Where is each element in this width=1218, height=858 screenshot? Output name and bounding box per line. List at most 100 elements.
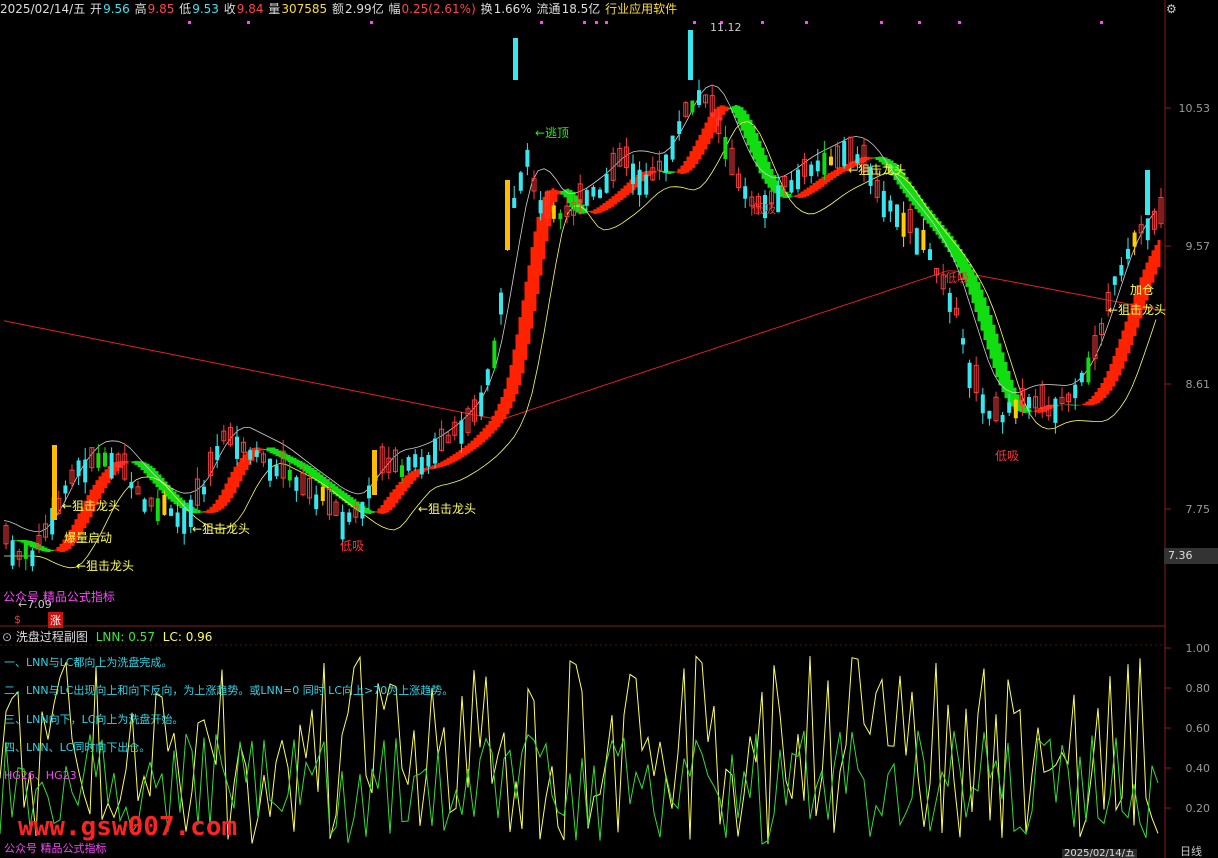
candle-body <box>987 410 992 419</box>
candle-body <box>254 450 259 457</box>
candle-body <box>928 249 932 261</box>
highlight-candle <box>513 38 518 80</box>
candle-body <box>1007 402 1012 413</box>
candle-body <box>23 542 28 559</box>
candle-body <box>268 458 272 481</box>
candle-body <box>142 499 147 512</box>
candle-body <box>525 149 530 167</box>
kline-chart[interactable] <box>0 0 1218 858</box>
candle-body <box>492 340 497 369</box>
candle-body <box>169 508 173 516</box>
candle-body <box>162 494 167 515</box>
snipe-dragon-signal-5: ←狙击龙头 <box>848 163 907 177</box>
add-position-signal: 加仓 <box>1130 283 1155 297</box>
candle-body <box>294 477 299 491</box>
candle-body <box>598 189 602 198</box>
candle-body <box>921 230 926 250</box>
candle-body <box>1000 414 1005 423</box>
candle-body <box>129 481 134 489</box>
candle-body <box>1013 399 1018 419</box>
low-suck-signal-2: 低吸 <box>752 202 777 216</box>
candle-body <box>314 494 319 510</box>
candle-body <box>967 362 972 389</box>
date-cursor-tag: 2025/02/14/五 <box>1062 849 1138 858</box>
candle-body <box>1073 384 1078 399</box>
burst-start-signal: 爆量启动 <box>64 531 113 545</box>
price-axis-9-57: 9.57 <box>1185 240 1211 253</box>
candle-body <box>584 190 589 206</box>
sub-desc-2: 二、LNN与LC出现向上和向下反向，为上涨趋势。或LNN=0 同时 LC向上>7… <box>4 684 454 697</box>
public-account-tag: 公众号 精品公式指标 <box>3 590 115 604</box>
highlight-candle <box>505 180 510 250</box>
candle-body <box>10 540 15 566</box>
sub-axis-0-40: 0.40 <box>1185 762 1211 775</box>
candle-body <box>287 469 292 481</box>
price-axis-10-53: 10.53 <box>1178 102 1211 115</box>
highlight-candle <box>52 445 57 520</box>
candle-body <box>400 465 404 477</box>
candle-body <box>109 452 114 479</box>
candle-body <box>406 457 411 471</box>
highlight-candle <box>1145 170 1150 215</box>
candle-body <box>347 512 352 522</box>
candle-body <box>248 450 253 460</box>
collapse-icon[interactable]: ⊙ <box>2 630 12 644</box>
signal-dot <box>918 21 921 24</box>
candle-body <box>479 392 484 417</box>
candle-body <box>175 512 180 527</box>
candle-body <box>947 292 952 312</box>
candle-body <box>644 174 649 195</box>
candle-body <box>1145 218 1150 241</box>
candle-body <box>155 498 160 521</box>
period-label[interactable]: 日线 <box>1180 846 1202 858</box>
sub-desc-3: 三、LNN向下，LC向上为洗盘开始。 <box>4 713 184 726</box>
candle-body <box>202 486 206 495</box>
candle-body <box>551 205 556 219</box>
sub-axis-1-00: 1.00 <box>1185 642 1211 655</box>
candle-body <box>961 338 965 345</box>
candle-body <box>1112 276 1117 285</box>
candle-body <box>881 190 886 218</box>
candle-body <box>30 550 35 567</box>
candle-body <box>815 160 820 172</box>
candle-body <box>664 154 668 173</box>
signal-dot <box>595 21 598 24</box>
sub-chart-title[interactable]: 洗盘过程副图 <box>16 630 88 644</box>
signal-dot <box>693 21 696 24</box>
snipe-dragon-signal-4: ←狙击龙头 <box>418 502 477 516</box>
candle-body <box>96 453 101 468</box>
candle-body <box>103 452 107 467</box>
candle-body <box>690 100 695 113</box>
highlight-candle <box>372 450 377 495</box>
candle-body <box>340 511 345 540</box>
low-suck-signal-1: 低吸 <box>340 539 365 553</box>
signal-dot <box>188 21 191 24</box>
sub-hg-label: HG26、HG23 <box>4 769 77 782</box>
candle-body <box>637 169 642 195</box>
current-price-tag: 7.36 <box>1164 548 1218 564</box>
candle-body <box>419 457 424 475</box>
low-suck-signal-3: 低吸 <box>945 271 970 285</box>
watermark: www.gsw007.com <box>18 812 238 842</box>
candle-body <box>1086 357 1091 383</box>
candle-body <box>1079 372 1084 383</box>
candle-body <box>538 200 543 214</box>
candle-body <box>789 180 794 193</box>
signal-dot <box>247 21 250 24</box>
candle-body <box>901 212 906 237</box>
sub-axis-0-20: 0.20 <box>1185 802 1211 815</box>
signal-dot <box>958 21 961 24</box>
signal-dot <box>1100 21 1103 24</box>
candle-body <box>360 501 365 519</box>
candle-body <box>182 508 187 534</box>
signal-dot <box>540 21 543 24</box>
candle-body <box>822 152 827 175</box>
candle-body <box>485 369 490 386</box>
rise-badge: 涨 <box>48 612 63 628</box>
candle-body <box>215 446 220 461</box>
candle-body <box>1126 248 1130 259</box>
lc-legend: LC: 0.96 <box>162 630 213 644</box>
snipe-dragon-signal-3: ←狙击龙头 <box>192 522 251 536</box>
candle-body <box>76 460 81 477</box>
candle-body <box>809 164 814 176</box>
